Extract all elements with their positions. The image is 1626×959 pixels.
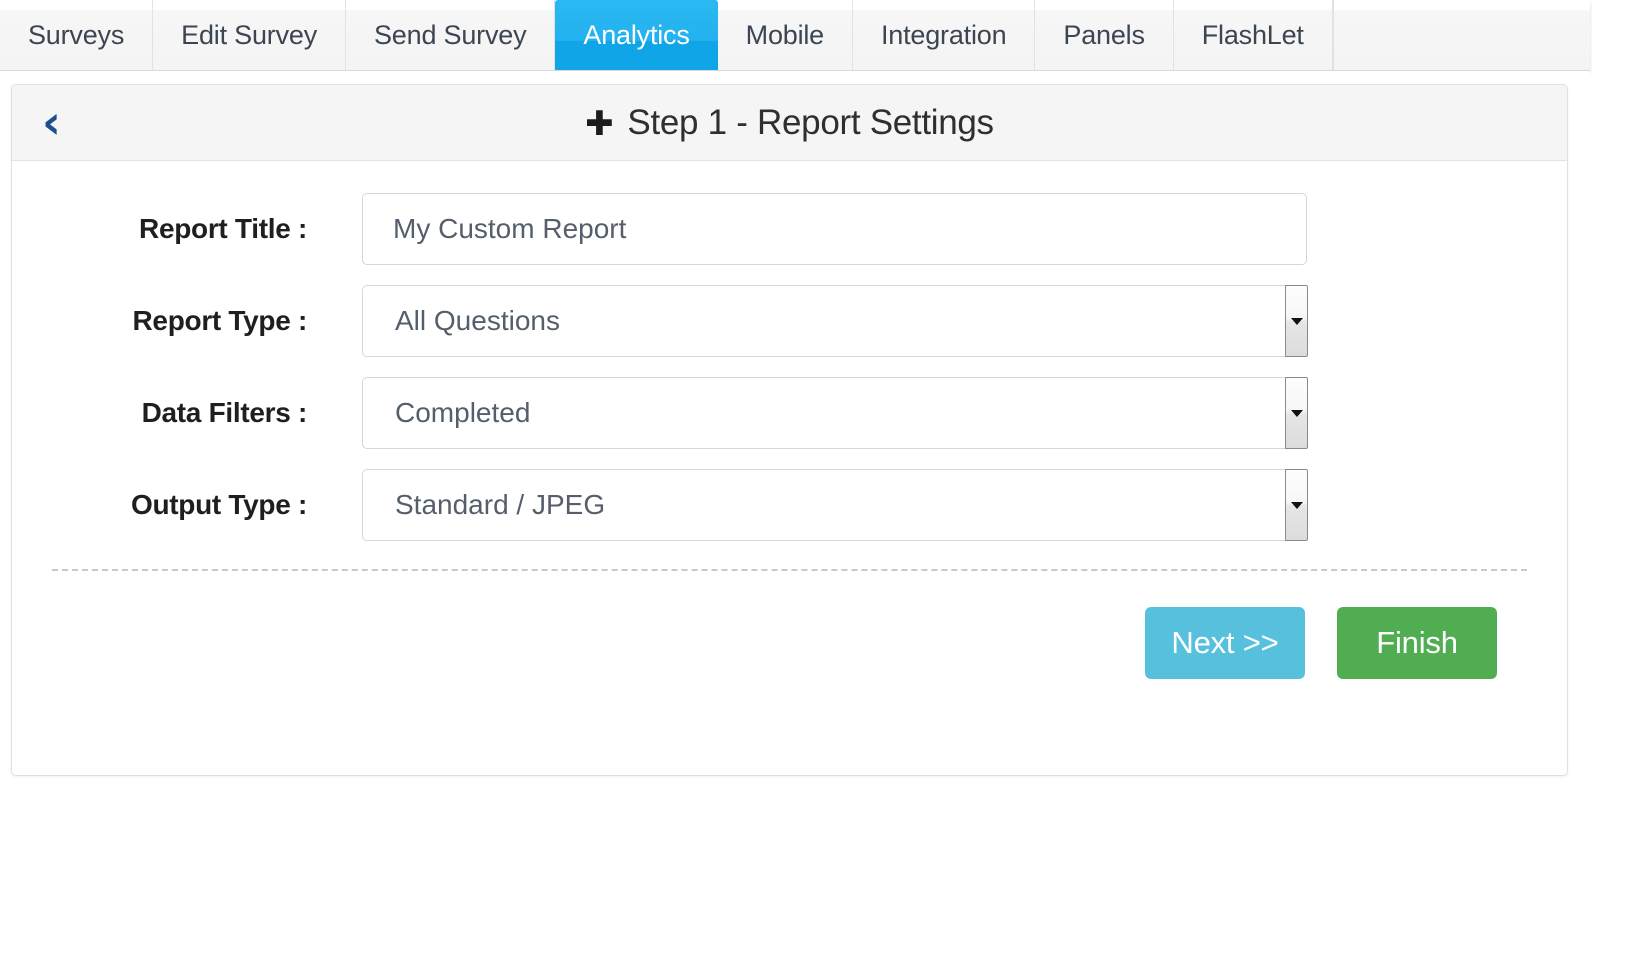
output-type-label: Output Type :	[12, 489, 362, 521]
form-row-report-type: Report Type : All Questions	[12, 285, 1567, 357]
report-title-field-wrap	[362, 193, 1307, 265]
data-filters-select[interactable]: Completed	[362, 377, 1307, 449]
tab-mobile[interactable]: Mobile	[718, 0, 853, 70]
output-type-select[interactable]: Standard / JPEG	[362, 469, 1307, 541]
form-row-report-title: Report Title :	[12, 193, 1567, 265]
tab-panels[interactable]: Panels	[1035, 0, 1173, 70]
next-button[interactable]: Next >>	[1145, 607, 1305, 679]
tab-label: Edit Survey	[181, 20, 317, 51]
tab-label: Surveys	[28, 20, 124, 51]
page-title: ✚ Step 1 - Report Settings	[12, 103, 1567, 143]
tab-label: Send Survey	[374, 20, 526, 51]
data-filters-label: Data Filters :	[12, 397, 362, 429]
tab-send-survey[interactable]: Send Survey	[346, 0, 555, 70]
form-row-output-type: Output Type : Standard / JPEG	[12, 469, 1567, 541]
tab-label: Panels	[1063, 20, 1144, 51]
report-type-field-wrap: All Questions	[362, 285, 1307, 357]
chevron-down-icon[interactable]	[1285, 285, 1308, 357]
tab-integration[interactable]: Integration	[853, 0, 1035, 70]
panel-header: ‹ ✚ Step 1 - Report Settings	[12, 85, 1567, 161]
main-nav-tabbar: Surveys Edit Survey Send Survey Analytic…	[0, 0, 1590, 71]
form-actions: Next >> Finish	[12, 571, 1567, 679]
tab-label: FlashLet	[1202, 20, 1304, 51]
report-type-selected-value: All Questions	[395, 305, 560, 337]
output-type-selected-value: Standard / JPEG	[395, 489, 605, 521]
report-title-input[interactable]	[362, 193, 1307, 265]
tab-surveys[interactable]: Surveys	[0, 0, 153, 70]
chevron-down-icon[interactable]	[1285, 469, 1308, 541]
back-chevron-icon[interactable]: ‹	[42, 99, 61, 145]
output-type-field-wrap: Standard / JPEG	[362, 469, 1307, 541]
data-filters-field-wrap: Completed	[362, 377, 1307, 449]
report-type-label: Report Type :	[12, 305, 362, 337]
page-title-text: Step 1 - Report Settings	[627, 103, 993, 143]
plus-icon: ✚	[585, 107, 613, 141]
tab-flashlet[interactable]: FlashLet	[1174, 0, 1333, 70]
data-filters-selected-value: Completed	[395, 397, 530, 429]
tab-label: Analytics	[583, 20, 689, 51]
report-settings-panel: ‹ ✚ Step 1 - Report Settings Report Titl…	[11, 84, 1568, 776]
chevron-down-icon[interactable]	[1285, 377, 1308, 449]
tab-label: Mobile	[746, 20, 824, 51]
tab-label: Integration	[881, 20, 1006, 51]
tabbar-filler	[1333, 0, 1590, 70]
report-type-select[interactable]: All Questions	[362, 285, 1307, 357]
report-title-label: Report Title :	[12, 213, 362, 245]
tab-analytics[interactable]: Analytics	[555, 0, 717, 70]
tab-edit-survey[interactable]: Edit Survey	[153, 0, 346, 70]
finish-button[interactable]: Finish	[1337, 607, 1497, 679]
form-row-data-filters: Data Filters : Completed	[12, 377, 1567, 449]
report-settings-form: Report Title : Report Type : All Questio…	[12, 161, 1567, 679]
